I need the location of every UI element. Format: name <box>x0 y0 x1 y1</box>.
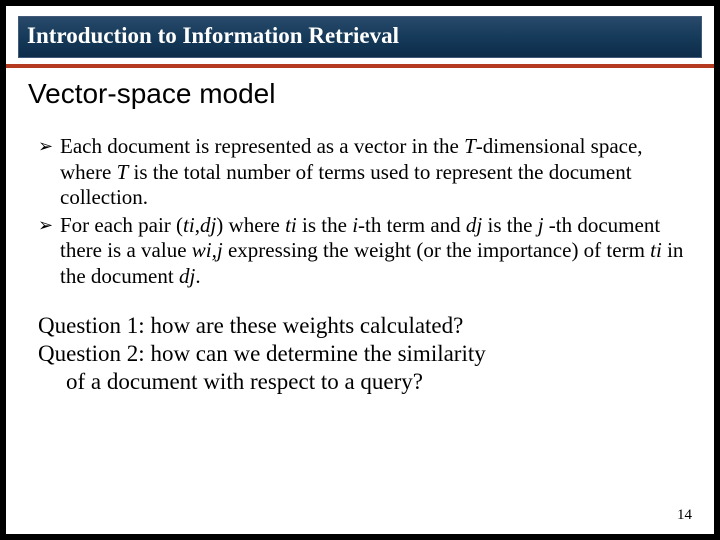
question-2: Question 2: how can we determine the sim… <box>38 340 684 396</box>
bullet-text: For each pair (ti,dj) where ti is the i-… <box>60 213 684 290</box>
header-band: Introduction to Information Retrieval <box>18 16 702 58</box>
bullet-arrow-icon: ➢ <box>38 213 60 290</box>
question-1: Question 1: how are these weights calcul… <box>38 312 684 340</box>
text-run: ) where <box>216 213 285 237</box>
italic-run: T <box>117 160 129 184</box>
bullet-item: ➢ For each pair (ti,dj) where ti is the … <box>38 213 684 290</box>
italic-run: dj <box>466 213 482 237</box>
text-run: Each document is represented as a vector… <box>60 134 464 158</box>
text-run: -th term and <box>358 213 466 237</box>
slide-content: ➢ Each document is represented as a vect… <box>6 110 714 290</box>
text-run: expressing the weight (or the importance… <box>223 238 650 262</box>
text-run: is the <box>482 213 537 237</box>
page-number: 14 <box>677 507 692 524</box>
slide-title: Vector-space model <box>6 68 714 110</box>
header-title: Introduction to Information Retrieval <box>27 23 399 48</box>
italic-run: T <box>464 134 476 158</box>
bullet-item: ➢ Each document is represented as a vect… <box>38 134 684 211</box>
bullet-arrow-icon: ➢ <box>38 134 60 211</box>
questions-block: Question 1: how are these weights calcul… <box>6 292 714 396</box>
text-run: . <box>195 264 200 288</box>
slide: Introduction to Information Retrieval Ve… <box>6 6 714 534</box>
bullet-text: Each document is represented as a vector… <box>60 134 684 211</box>
text-run: is the <box>297 213 352 237</box>
italic-run: ti <box>183 213 195 237</box>
italic-run: dj <box>179 264 195 288</box>
text-run: of a document with respect to a query? <box>38 368 684 396</box>
text-run: Question 2: how can we determine the sim… <box>38 341 486 366</box>
text-run: For each pair ( <box>60 213 183 237</box>
italic-run: ti <box>285 213 297 237</box>
italic-run: ti <box>650 238 662 262</box>
italic-run: wi,j <box>192 238 223 262</box>
italic-run: dj <box>200 213 216 237</box>
text-run: is the total number of terms used to rep… <box>60 160 632 210</box>
